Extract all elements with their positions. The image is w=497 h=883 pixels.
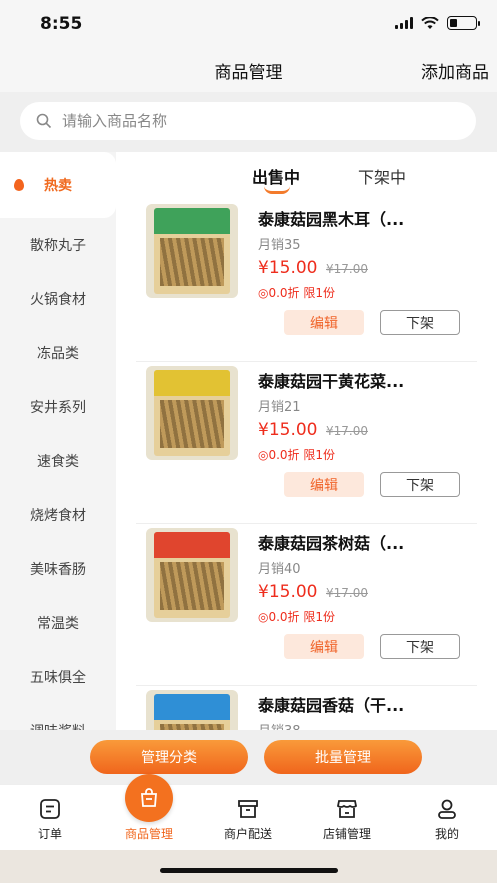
active-tab-indicator (264, 186, 290, 194)
tab-shop[interactable]: 店铺管理 (302, 797, 392, 842)
sidebar-item-label: 五味俱全 (30, 670, 86, 686)
sidebar-item-label: 散称丸子 (30, 238, 86, 254)
product-list-panel: 出售中 下架中 泰康菇园黑木耳（... 月销35 ¥15.00 ¥17.00 ◎… (116, 152, 497, 730)
shopping-bag-icon (141, 788, 157, 807)
edit-button[interactable]: 编辑 (284, 472, 364, 497)
product-sales: 月销35 (258, 238, 301, 253)
sidebar-item-instant[interactable]: 速食类 (0, 434, 116, 488)
tab-mine[interactable]: 我的 (402, 797, 492, 842)
home-indicator[interactable] (160, 868, 338, 873)
product-price: ¥15.00 (258, 420, 318, 440)
package-band (154, 694, 230, 720)
product-price: ¥15.00 (258, 258, 318, 278)
underlying-content-strip (0, 850, 497, 883)
sidebar-item-frozen[interactable]: 冻品类 (0, 326, 116, 380)
product-image (146, 204, 238, 298)
product-card[interactable]: 泰康菇园干黄花菜... 月销21 ¥15.00 ¥17.00 ◎0.0折 限1份… (136, 362, 477, 524)
package-band (154, 370, 230, 396)
sidebar-item-anjing[interactable]: 安井系列 (0, 380, 116, 434)
wifi-icon (421, 16, 439, 29)
search-input[interactable] (62, 112, 442, 130)
product-name: 泰康菇园干黄花菜... (258, 372, 405, 391)
sidebar-item-label: 速食类 (37, 454, 79, 470)
tab-label: 订单 (37, 827, 62, 841)
sidebar-item-label: 火锅食材 (30, 292, 86, 308)
package-band (154, 532, 230, 558)
product-discount: ◎0.0折 限1份 (258, 286, 336, 300)
sidebar-item-sauces[interactable]: 调味酱料 (0, 704, 116, 730)
status-icons (395, 16, 480, 30)
product-image (146, 366, 238, 460)
tab-label: 我的 (434, 827, 459, 841)
product-discount: ◎0.0折 限1份 (258, 610, 336, 624)
bottom-tab-bar: 订单 商品管理 商户配送 店铺管理 我的 (0, 784, 497, 850)
product-original-price: ¥17.00 (326, 262, 368, 276)
sidebar-item-label: 冻品类 (37, 346, 79, 362)
status-tabs: 出售中 下架中 (116, 152, 497, 198)
sidebar-item-label: 烧烤食材 (30, 508, 86, 524)
user-icon (438, 799, 456, 819)
manage-category-button[interactable]: 管理分类 (90, 740, 248, 774)
take-off-shelf-button[interactable]: 下架 (380, 310, 460, 335)
tab-off-shelf[interactable]: 下架中 (358, 164, 406, 188)
sidebar-item-ambient[interactable]: 常温类 (0, 596, 116, 650)
fire-icon (14, 179, 24, 191)
nav-bar: 商品管理 添加商品 (0, 48, 497, 92)
sidebar-item-hotpot[interactable]: 火锅食材 (0, 272, 116, 326)
product-name: 泰康菇园香菇（干... (258, 696, 405, 715)
search-box[interactable] (20, 102, 476, 140)
product-sales: 月销38 (258, 720, 301, 730)
product-original-price: ¥17.00 (326, 586, 368, 600)
batch-manage-button[interactable]: 批量管理 (264, 740, 422, 774)
tab-label: 商户配送 (223, 827, 272, 841)
sidebar-item-label: 美味香肠 (30, 562, 86, 578)
product-image (146, 528, 238, 622)
search-area (0, 92, 497, 152)
sidebar-item-wuwei[interactable]: 五味俱全 (0, 650, 116, 704)
sidebar-item-label: 安井系列 (30, 400, 86, 416)
package-band (154, 208, 230, 234)
battery-icon (447, 16, 480, 30)
tab-delivery[interactable]: 商户配送 (203, 797, 293, 842)
product-original-price: ¥17.00 (326, 424, 368, 438)
product-image (146, 690, 238, 730)
product-card[interactable]: 泰康菇园黑木耳（... 月销35 ¥15.00 ¥17.00 ◎0.0折 限1份… (136, 200, 477, 362)
product-sales: 月销21 (258, 400, 301, 415)
sidebar-item-meatballs[interactable]: 散称丸子 (0, 218, 116, 272)
status-bar: 8:55 (0, 0, 497, 48)
product-card[interactable]: 泰康菇园茶树菇（... 月销40 ¥15.00 ¥17.00 ◎0.0折 限1份… (136, 524, 477, 686)
sidebar-item-hot[interactable]: 热卖 (0, 152, 116, 218)
status-time: 8:55 (40, 14, 83, 34)
tab-label: 商品管理 (124, 827, 173, 841)
edit-button[interactable]: 编辑 (284, 634, 364, 659)
bottom-action-bar: 管理分类 批量管理 (0, 730, 497, 784)
take-off-shelf-button[interactable]: 下架 (380, 634, 460, 659)
tab-on-sale[interactable]: 出售中 (252, 164, 300, 188)
tab-orders[interactable]: 订单 (5, 797, 95, 842)
product-price: ¥15.00 (258, 582, 318, 602)
search-icon (36, 113, 52, 129)
category-sidebar: 热卖 散称丸子 火锅食材 冻品类 安井系列 速食类 烧烤食材 美味香肠 常温类 … (0, 152, 116, 730)
sidebar-item-sausage[interactable]: 美味香肠 (0, 542, 116, 596)
shop-icon (336, 800, 358, 818)
sidebar-item-label: 调味酱料 (30, 721, 86, 730)
product-discount: ◎0.0折 限1份 (258, 448, 336, 462)
sidebar-item-label: 热卖 (44, 178, 72, 194)
edit-button[interactable]: 编辑 (284, 310, 364, 335)
order-icon (40, 799, 60, 819)
product-sales: 月销40 (258, 562, 301, 577)
tab-label: 店铺管理 (322, 827, 371, 841)
signal-icon (395, 17, 413, 29)
sidebar-item-bbq[interactable]: 烧烤食材 (0, 488, 116, 542)
product-name: 泰康菇园黑木耳（... (258, 210, 405, 229)
delivery-box-icon (238, 800, 258, 818)
take-off-shelf-button[interactable]: 下架 (380, 472, 460, 497)
product-name: 泰康菇园茶树菇（... (258, 534, 405, 553)
add-product-button[interactable]: 添加商品 (421, 58, 489, 83)
goods-tab-bubble[interactable] (125, 774, 173, 822)
product-card[interactable]: 泰康菇园香菇（干... 月销38 (136, 686, 477, 730)
sidebar-item-label: 常温类 (37, 616, 79, 632)
